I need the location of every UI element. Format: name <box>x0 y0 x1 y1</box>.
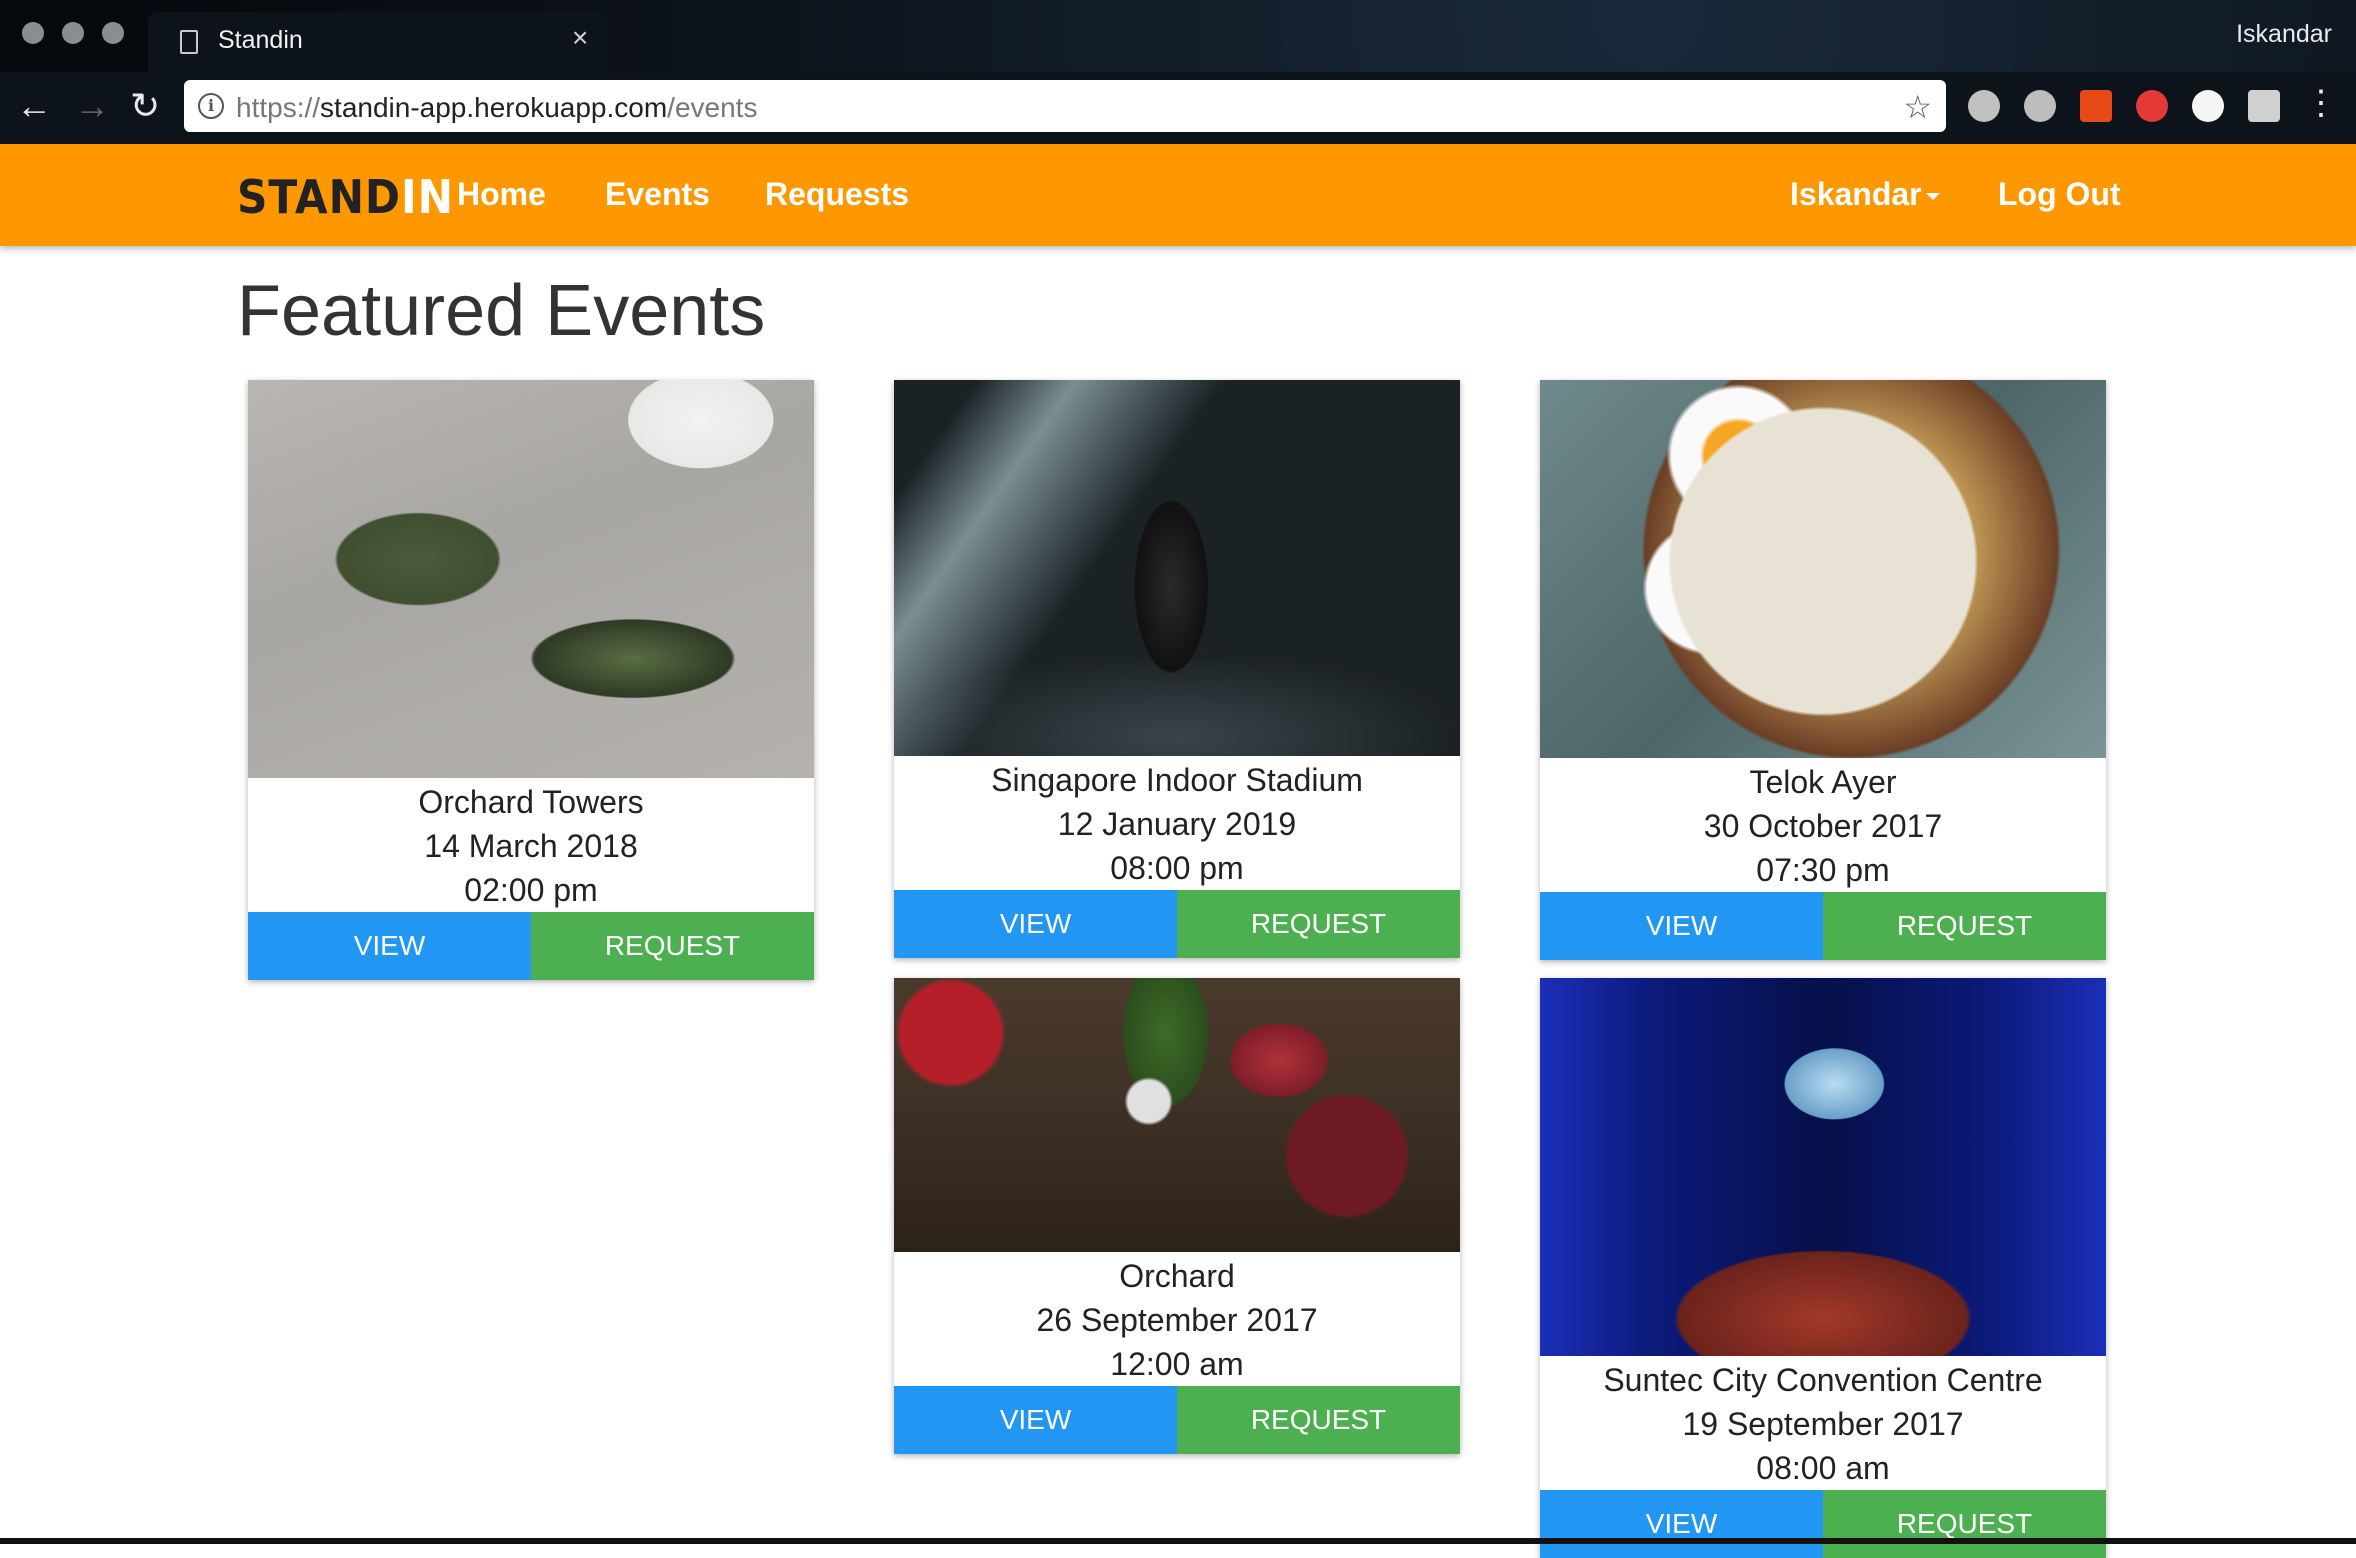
event-date: 30 October 2017 <box>1703 808 1943 844</box>
event-venue: Suntec City Convention Centre <box>1603 1362 2043 1398</box>
event-time: 08:00 am <box>1756 1450 1890 1486</box>
event-card: Suntec City Convention Centre 19 Septemb… <box>1540 978 2106 1558</box>
event-venue: Orchard <box>1119 1258 1235 1294</box>
event-date: 19 September 2017 <box>1682 1406 1964 1442</box>
event-card: Orchard 26 September 2017 12:00 am VIEW … <box>894 978 1460 1454</box>
event-date: 26 September 2017 <box>1036 1302 1318 1338</box>
office-extension-icon[interactable] <box>2080 90 2112 122</box>
document-icon <box>180 30 198 54</box>
event-info: Suntec City Convention Centre 19 Septemb… <box>1540 1356 2106 1490</box>
event-image[interactable] <box>248 380 814 778</box>
card-actions: VIEW REQUEST <box>248 912 814 980</box>
view-button[interactable]: VIEW <box>1540 892 1823 960</box>
minimize-window-icon[interactable] <box>62 22 84 44</box>
close-tab-icon[interactable]: × <box>572 24 588 52</box>
profile-name[interactable]: Iskandar <box>2236 20 2332 49</box>
window-bottom-edge <box>0 1538 2356 1544</box>
nav-events[interactable]: Events <box>605 176 710 213</box>
card-actions: VIEW REQUEST <box>1540 892 2106 960</box>
event-info: Orchard Towers 14 March 2018 02:00 pm <box>248 778 814 912</box>
event-time: 08:00 pm <box>1110 850 1244 886</box>
event-info: Singapore Indoor Stadium 12 January 2019… <box>894 756 1460 890</box>
event-time: 07:30 pm <box>1756 852 1890 888</box>
user-dropdown[interactable]: Iskandar <box>1790 176 1940 213</box>
skype-extension-icon[interactable] <box>2024 90 2056 122</box>
event-image[interactable] <box>894 380 1460 756</box>
event-image[interactable] <box>1540 380 2106 758</box>
info-icon[interactable]: i <box>198 93 224 119</box>
extension-icon[interactable] <box>1968 90 2000 122</box>
tab-title: Standin <box>218 26 303 54</box>
request-button[interactable]: REQUEST <box>1177 1386 1460 1454</box>
nav-logout[interactable]: Log Out <box>1998 176 2121 213</box>
nav-home[interactable]: Home <box>457 176 546 213</box>
forward-icon[interactable]: → <box>74 88 110 124</box>
event-card: Orchard Towers 14 March 2018 02:00 pm VI… <box>248 380 814 980</box>
address-bar[interactable]: i https://standin-app.herokuapp.com/even… <box>184 80 1946 132</box>
view-button[interactable]: VIEW <box>248 912 531 980</box>
site-navbar: STANDIN Home Events Requests Iskandar Lo… <box>0 144 2356 246</box>
event-venue: Orchard Towers <box>418 784 644 820</box>
close-window-icon[interactable] <box>22 22 44 44</box>
view-button[interactable]: VIEW <box>894 1386 1177 1454</box>
event-venue: Singapore Indoor Stadium <box>991 762 1363 798</box>
request-button[interactable]: REQUEST <box>1177 890 1460 958</box>
card-actions: VIEW REQUEST <box>1540 1490 2106 1558</box>
card-actions: VIEW REQUEST <box>894 890 1460 958</box>
view-button[interactable]: VIEW <box>1540 1490 1823 1558</box>
event-venue: Telok Ayer <box>1749 764 1897 800</box>
view-button[interactable]: VIEW <box>894 890 1177 958</box>
reload-icon[interactable]: ↻ <box>130 88 160 124</box>
card-actions: VIEW REQUEST <box>894 1386 1460 1454</box>
extension-icon[interactable] <box>2248 90 2280 122</box>
browser-tab[interactable]: Standin × <box>148 12 608 72</box>
request-button[interactable]: REQUEST <box>531 912 814 980</box>
event-image[interactable] <box>1540 978 2106 1356</box>
event-date: 14 March 2018 <box>424 828 638 864</box>
extension-icon[interactable] <box>2192 90 2224 122</box>
browser-menu-icon[interactable]: ⋮ <box>2304 86 2338 120</box>
event-info: Orchard 26 September 2017 12:00 am <box>894 1252 1460 1386</box>
event-image[interactable] <box>894 978 1460 1252</box>
page-title: Featured Events <box>237 271 766 351</box>
caret-down-icon <box>1925 193 1940 201</box>
browser-toolbar: ← → ↻ i https://standin-app.herokuapp.co… <box>0 72 2356 144</box>
event-time: 12:00 am <box>1110 1346 1244 1382</box>
nav-requests[interactable]: Requests <box>765 176 909 213</box>
event-card: Singapore Indoor Stadium 12 January 2019… <box>894 380 1460 958</box>
maximize-window-icon[interactable] <box>102 22 124 44</box>
request-button[interactable]: REQUEST <box>1823 892 2106 960</box>
event-card: Telok Ayer 30 October 2017 07:30 pm VIEW… <box>1540 380 2106 960</box>
pinterest-extension-icon[interactable] <box>2136 90 2168 122</box>
event-info: Telok Ayer 30 October 2017 07:30 pm <box>1540 758 2106 892</box>
url-text[interactable]: https://standin-app.herokuapp.com/events <box>236 92 757 124</box>
event-time: 02:00 pm <box>464 872 598 908</box>
back-icon[interactable]: ← <box>16 88 52 124</box>
event-date: 12 January 2019 <box>1057 806 1297 842</box>
browser-titlebar: Standin × Iskandar <box>0 0 2356 72</box>
standin-logo[interactable]: STANDIN <box>237 170 454 224</box>
bookmark-star-icon[interactable]: ☆ <box>1903 88 1932 126</box>
request-button[interactable]: REQUEST <box>1823 1490 2106 1558</box>
